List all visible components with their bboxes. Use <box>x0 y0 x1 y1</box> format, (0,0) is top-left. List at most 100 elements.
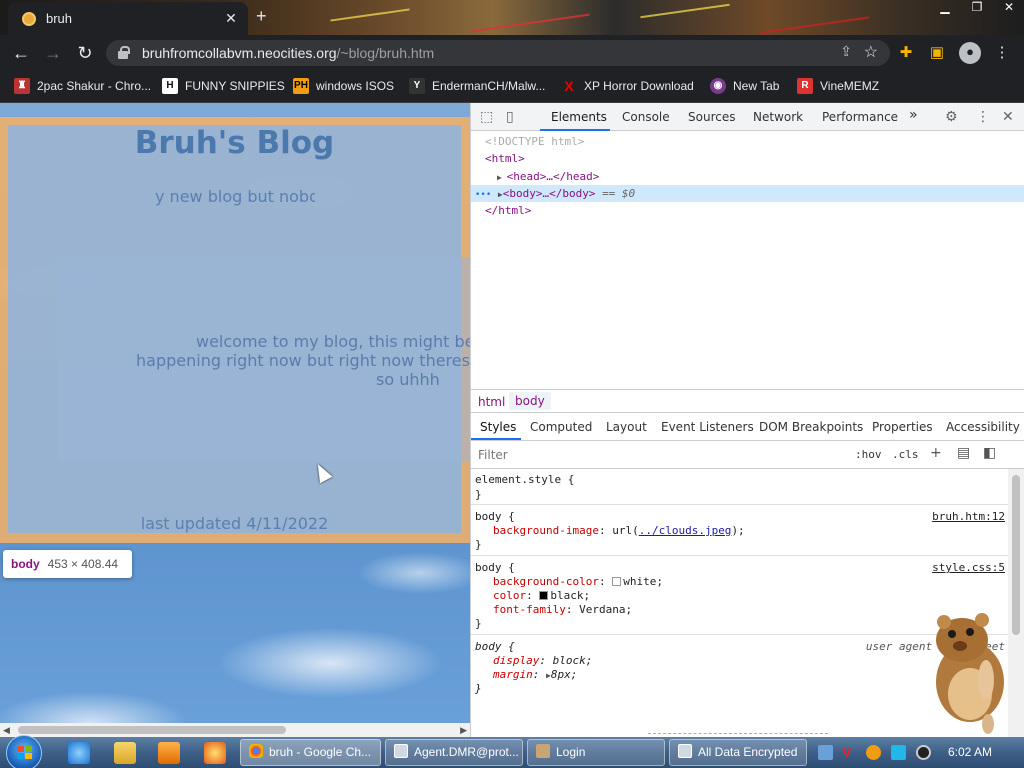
taskbar-agent-button[interactable]: Agent.DMR@prot... <box>385 739 523 766</box>
pinned-app-icon[interactable] <box>204 742 226 764</box>
subtab-layout[interactable]: Layout <box>606 420 647 434</box>
start-button[interactable] <box>6 735 42 768</box>
url-host: bruhfromcollabvm.neocities.org <box>142 45 337 61</box>
subtab-styles[interactable]: Styles <box>480 420 516 434</box>
tray-search-icon[interactable] <box>866 745 881 760</box>
page-viewport[interactable]: Bruh's Blog y new blog but nobo welcome … <box>0 103 470 737</box>
taskbar-clock[interactable]: 6:02 AM <box>948 745 992 759</box>
close-tab-icon[interactable]: ✕ <box>222 9 240 27</box>
menu-kebab-icon[interactable]: ⋮ <box>992 43 1012 63</box>
side-panel-icon[interactable]: ▣ <box>927 43 947 63</box>
tab-sources[interactable]: Sources <box>688 110 735 124</box>
scrollbar-thumb[interactable] <box>18 726 286 734</box>
scrollbar-thumb[interactable] <box>1012 475 1020 635</box>
settings-gear-icon[interactable]: ⚙ <box>945 109 958 125</box>
tab-title: bruh <box>46 11 73 26</box>
lock-icon <box>118 46 130 59</box>
color-swatch-icon[interactable] <box>612 577 622 586</box>
extensions-icon[interactable]: ✚ <box>896 43 916 63</box>
subtab-event-listeners[interactable]: Event Listeners <box>661 420 754 434</box>
dom-html-open[interactable]: <html> <box>485 150 525 167</box>
rule-source-link[interactable]: style.css:5 <box>932 561 1005 574</box>
bookmark-endermanch[interactable]: Y EndermanCH/Malw... <box>409 77 545 95</box>
bookmark-funny-snippies[interactable]: H FUNNY SNIPPIES <box>162 77 285 95</box>
forward-icon[interactable]: → <box>42 42 64 64</box>
rule-declaration[interactable]: color: black; <box>493 589 590 602</box>
tab-performance[interactable]: Performance <box>822 110 898 124</box>
subtab-computed[interactable]: Computed <box>530 420 592 434</box>
file-explorer-icon[interactable] <box>114 742 136 764</box>
new-tab-button[interactable]: + <box>256 6 267 27</box>
address-bar[interactable]: bruhfromcollabvm.neocities.org/~blog/bru… <box>106 40 890 66</box>
browser-tab[interactable]: bruh ✕ <box>8 2 248 35</box>
filter-input[interactable]: Filter <box>478 448 508 462</box>
tooltip-tag: body <box>11 557 40 571</box>
logo-pane-green <box>25 746 32 752</box>
tray-network-icon[interactable] <box>818 745 833 760</box>
tab-network[interactable]: Network <box>753 110 803 124</box>
rule-user-agent[interactable]: body { user agent stylesheet display: bl… <box>471 636 1009 700</box>
breadcrumb-html[interactable]: html <box>478 395 505 409</box>
inspect-element-icon[interactable]: ⬚ <box>480 109 493 125</box>
prop-value-link[interactable]: ../clouds.jpeg <box>639 524 732 537</box>
tab-console[interactable]: Console <box>622 110 670 124</box>
rule-declaration[interactable]: background-color: white; <box>493 575 663 588</box>
tray-monitor-icon[interactable] <box>891 745 906 760</box>
rule-declaration[interactable]: background-image: url(../clouds.jpeg); <box>493 524 745 537</box>
rule-source-link[interactable]: bruh.htm:12 <box>932 510 1005 523</box>
subtab-dom-breakpoints[interactable]: DOM Breakpoints <box>759 420 863 434</box>
hov-toggle[interactable]: :hov <box>855 448 882 461</box>
rule-declaration[interactable]: font-family: Verdana; <box>493 603 632 616</box>
tray-v-icon[interactable]: V <box>842 745 857 760</box>
bookmark-2pac[interactable]: ♜ 2pac Shakur - Chro... <box>14 77 151 95</box>
close-window-icon[interactable]: ✕ <box>1000 0 1018 14</box>
taskbar-chrome-button[interactable]: bruh - Google Ch... <box>240 739 381 766</box>
dom-head-node[interactable]: ▶ <head>…</head> <box>497 168 599 185</box>
toggle-sidebar-icon[interactable]: ◧ <box>983 445 996 461</box>
reload-icon[interactable]: ↻ <box>74 42 96 64</box>
share-icon[interactable]: ⇪ <box>840 43 852 60</box>
bookmark-windows-isos[interactable]: PH windows ISOS <box>293 77 394 95</box>
taskbar-encrypted-button[interactable]: All Data Encrypted <box>669 739 807 766</box>
welcome-line: happening right now but right now theres <box>136 351 470 370</box>
horizontal-scrollbar[interactable]: ◀ ▶ <box>0 723 470 737</box>
url-text[interactable]: bruhfromcollabvm.neocities.org/~blog/bru… <box>142 45 434 61</box>
cls-toggle[interactable]: .cls <box>892 448 919 461</box>
scroll-left-icon[interactable]: ◀ <box>3 725 10 736</box>
rendering-emulation-icon[interactable]: ▤ <box>957 445 970 461</box>
tab-elements[interactable]: Elements <box>551 110 607 124</box>
rule-declaration[interactable]: margin: ▶8px; <box>493 668 577 681</box>
rule-body-style-css[interactable]: body { style.css:5 background-color: whi… <box>471 557 1009 635</box>
rule-body-bruh[interactable]: body { bruh.htm:12 background-image: url… <box>471 506 1009 556</box>
color-swatch-icon[interactable] <box>539 591 549 600</box>
maximize-icon[interactable]: ❐ <box>968 0 986 14</box>
bookmark-new-tab[interactable]: ◉ New Tab <box>710 77 779 95</box>
profile-avatar-icon[interactable]: ● <box>959 42 981 64</box>
tray-volume-icon[interactable] <box>916 745 931 760</box>
subtab-accessibility[interactable]: Accessibility <box>946 420 1020 434</box>
bookmark-xp-horror[interactable]: X XP Horror Download <box>561 77 694 95</box>
breadcrumb-body[interactable]: body <box>509 392 551 410</box>
devtools-menu-icon[interactable]: ⋮ <box>976 109 990 125</box>
new-rule-icon[interactable]: + <box>930 445 942 461</box>
prop-value: black; <box>550 589 591 602</box>
subtab-properties[interactable]: Properties <box>872 420 933 434</box>
dom-body-node[interactable]: ••• ▶<body>…</body> == $0 <box>475 185 635 202</box>
device-toolbar-icon[interactable]: ▯ <box>506 109 514 125</box>
internet-explorer-icon[interactable] <box>68 742 90 764</box>
rule-element-style[interactable]: element.style { } <box>471 469 1009 505</box>
taskbar-login-button[interactable]: Login <box>527 739 665 766</box>
bookmark-star-icon[interactable]: ☆ <box>864 42 878 62</box>
close-devtools-icon[interactable]: ✕ <box>1002 109 1014 125</box>
media-player-icon[interactable] <box>158 742 180 764</box>
styles-vertical-scrollbar[interactable] <box>1008 469 1024 737</box>
bookmark-label: windows ISOS <box>316 79 395 93</box>
expand-triangle-icon[interactable]: ▶ <box>497 173 507 182</box>
rule-close: } <box>475 682 482 695</box>
bookmark-vinememz[interactable]: R VineMEMZ <box>797 77 879 95</box>
back-icon[interactable]: ← <box>10 42 32 64</box>
ph-icon: PH <box>293 78 309 94</box>
scroll-right-icon[interactable]: ▶ <box>460 725 467 736</box>
more-tabs-icon[interactable]: » <box>909 107 918 123</box>
minimize-icon[interactable]: ▁ <box>936 0 954 14</box>
